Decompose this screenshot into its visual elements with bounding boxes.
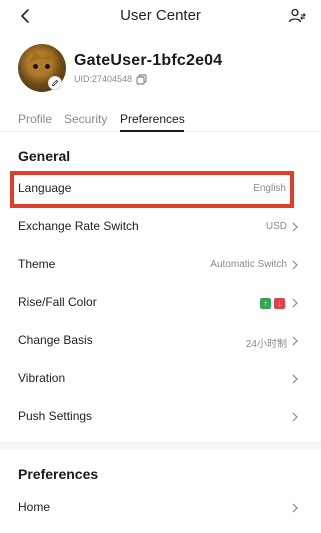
avatar-eye-right <box>45 64 50 69</box>
row-change-basis[interactable]: Change Basis 24小时制 <box>0 323 321 361</box>
chevron-right-icon <box>292 222 298 232</box>
edit-pencil-icon[interactable] <box>48 76 62 90</box>
header: User Center <box>0 0 321 34</box>
row-label: Theme <box>18 257 56 271</box>
tab-preferences[interactable]: Preferences <box>120 112 185 126</box>
chevron-right-icon <box>292 412 298 422</box>
chevron-right-icon <box>292 298 298 308</box>
user-id: UID:27404548 <box>74 74 133 84</box>
row-label: Vibration <box>18 371 66 385</box>
section-title-general: General <box>18 148 71 164</box>
row-push-settings[interactable]: Push Settings <box>0 399 321 437</box>
arrow-up-icon: ↑ <box>260 298 271 309</box>
chevron-right-icon <box>292 503 298 513</box>
row-value: Automatic Switch <box>210 259 287 270</box>
chevron-right-icon <box>292 336 298 346</box>
section-divider <box>0 441 321 449</box>
avatar-eye-left <box>33 64 38 69</box>
avatar-ear-right <box>42 48 58 62</box>
chevron-right-icon <box>292 374 298 384</box>
row-value: 24小时制 <box>245 339 287 350</box>
row-label: Home <box>18 500 51 514</box>
row-label: Change Basis <box>18 333 93 347</box>
row-label: Exchange Rate Switch <box>18 219 139 233</box>
row-home[interactable]: Home <box>0 490 321 528</box>
row-label: Rise/Fall Color <box>18 295 97 309</box>
row-theme[interactable]: Theme Automatic Switch <box>0 247 321 285</box>
tab-security[interactable]: Security <box>64 112 107 126</box>
active-tab-indicator <box>120 130 184 132</box>
row-exchange-rate-switch[interactable]: Exchange Rate Switch USD <box>0 209 321 247</box>
tab-bar: Profile Security Preferences <box>0 108 321 132</box>
chevron-right-icon <box>292 260 298 270</box>
section-title-preferences: Preferences <box>18 466 99 482</box>
row-vibration[interactable]: Vibration <box>0 361 321 399</box>
page-title: User Center <box>120 7 201 24</box>
avatar-ear-left <box>27 48 43 62</box>
arrow-down-icon: ↓ <box>274 298 285 309</box>
language-highlight-box <box>10 171 294 208</box>
row-value: USD <box>265 221 287 232</box>
copy-icon[interactable] <box>136 74 147 85</box>
username: GateUser-1bfc2e04 <box>74 52 223 69</box>
tab-profile[interactable]: Profile <box>18 112 52 126</box>
row-rise-fall-color[interactable]: Rise/Fall Color ↑ ↓ <box>0 285 321 323</box>
user-switch-icon[interactable] <box>287 6 307 26</box>
row-label: Push Settings <box>18 409 93 423</box>
